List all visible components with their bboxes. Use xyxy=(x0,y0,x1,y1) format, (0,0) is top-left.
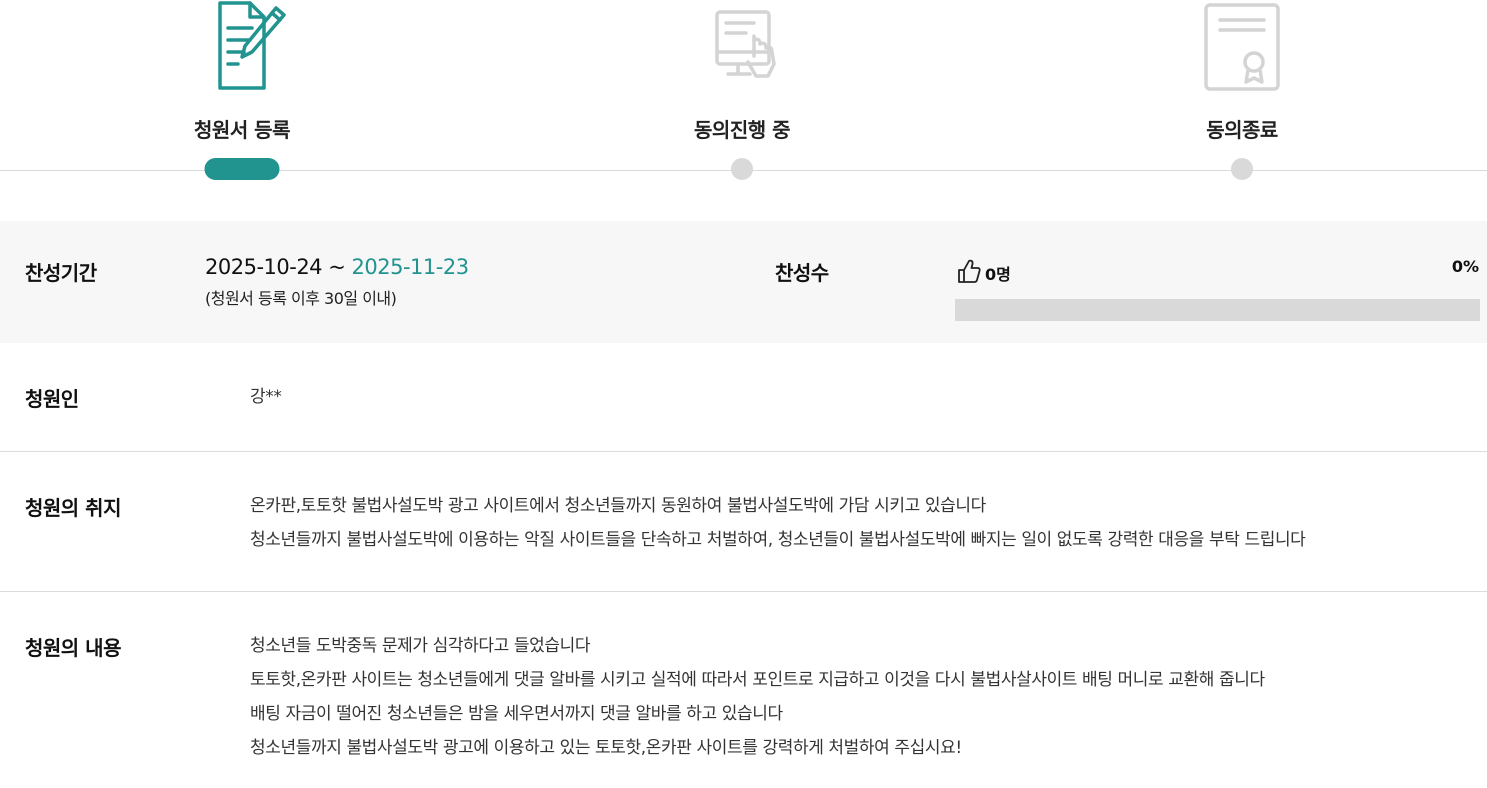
support-percent: 0% xyxy=(1451,257,1479,276)
petitioner-section: 청원인 강** xyxy=(0,343,1487,452)
period-note: (청원서 등록 이후 30일 이내) xyxy=(205,289,397,308)
body-line: 청소년들까지 불법사설도박 광고에 이용하고 있는 토토핫,온카판 사이트를 강… xyxy=(250,738,962,758)
support-count: 0명 xyxy=(957,258,1011,288)
step-indicator xyxy=(1231,158,1253,180)
period-dates: 2025-10-24 ~ 2025-11-23 xyxy=(205,255,469,279)
body-line: 청소년들 도박중독 문제가 심각하다고 들었습니다 xyxy=(250,636,591,656)
step-label: 동의종료 xyxy=(1206,118,1278,142)
body-line: 배팅 자금이 떨어진 청소년들은 밤을 세우면서까지 댓글 알바를 하고 있습니… xyxy=(250,704,783,724)
support-label: 찬성수 xyxy=(775,261,829,285)
step-completed: 동의종료 xyxy=(1122,0,1362,190)
step-indicator-active xyxy=(204,158,280,180)
certificate-icon xyxy=(1192,0,1292,99)
body-label: 청원의 내용 xyxy=(25,636,121,660)
petition-progress-steps: 청원서 등록 동의진행 중 동의종료 xyxy=(0,0,1487,200)
purpose-line: 청소년들까지 불법사설도박에 이용하는 악질 사이트들을 단속하고 처벌하여, … xyxy=(250,530,1306,550)
step-label: 청원서 등록 xyxy=(194,118,290,142)
period-label: 찬성기간 xyxy=(25,261,97,285)
period-end: 2025-11-23 xyxy=(351,255,470,279)
purpose-line: 온카판,토토핫 불법사설도박 광고 사이트에서 청소년들까지 동원하여 불법사설… xyxy=(250,496,986,516)
petitioner-name: 강** xyxy=(250,387,282,407)
petitioner-label: 청원인 xyxy=(25,387,79,411)
step-in-progress: 동의진행 중 xyxy=(622,0,862,190)
step-indicator xyxy=(731,158,753,180)
purpose-section: 청원의 취지 온카판,토토핫 불법사설도박 광고 사이트에서 청소년들까지 동원… xyxy=(0,452,1487,592)
period-start: 2025-10-24 ~ xyxy=(205,255,346,279)
step-label: 동의진행 중 xyxy=(694,118,790,142)
document-pen-icon xyxy=(192,0,292,99)
support-count-value: 0명 xyxy=(985,265,1011,284)
thumbs-up-icon xyxy=(957,258,981,288)
purpose-label: 청원의 취지 xyxy=(25,496,121,520)
purpose-text: 온카판,토토핫 불법사설도박 광고 사이트에서 청소년들까지 동원하여 불법사설… xyxy=(250,489,1306,557)
body-text: 청소년들 도박중독 문제가 심각하다고 들었습니다 토토핫,온카판 사이트는 청… xyxy=(250,629,1265,765)
step-register: 청원서 등록 xyxy=(122,0,362,190)
computer-touch-icon xyxy=(692,0,792,99)
body-line: 토토핫,온카판 사이트는 청소년들에게 댓글 알바를 시키고 실적에 따라서 포… xyxy=(250,670,1265,690)
body-section: 청원의 내용 청소년들 도박중독 문제가 심각하다고 들었습니다 토토핫,온카판… xyxy=(0,592,1487,788)
period-support-row: 찬성기간 2025-10-24 ~ 2025-11-23 (청원서 등록 이후 … xyxy=(0,221,1487,343)
support-progress-bar xyxy=(955,299,1480,321)
